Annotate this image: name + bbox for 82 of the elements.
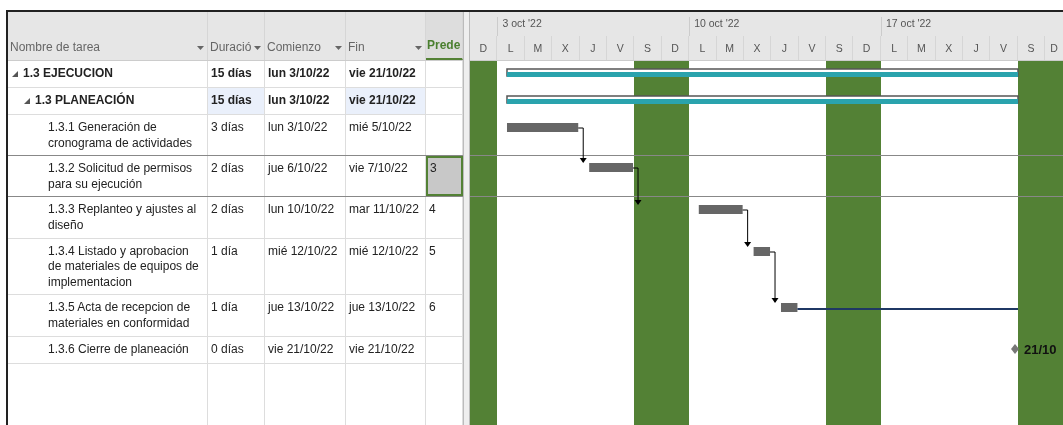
- day-label: L: [880, 36, 909, 60]
- finish-date-cell: mié 12/10/22: [349, 243, 419, 260]
- day-label: M: [716, 36, 744, 60]
- task-name: 1.3 PLANEACIÓN: [35, 93, 135, 109]
- start-date-cell: jue 6/10/22: [268, 161, 328, 177]
- week-label: 3 oct '22: [497, 17, 542, 36]
- day-label: M: [908, 36, 936, 60]
- milestone-diamond[interactable]: [1011, 344, 1019, 354]
- task-bar[interactable]: [698, 205, 743, 214]
- duration-cell: 15 días: [211, 66, 252, 82]
- dependency-arrow: [769, 251, 779, 303]
- day-label: V: [606, 36, 635, 60]
- dropdown-icon[interactable]: [197, 46, 204, 50]
- predecessor-cell: 3: [430, 161, 437, 177]
- task-name: 1.3.3 Replanteo y ajustes al diseño: [48, 202, 198, 234]
- day-label: X: [552, 36, 580, 60]
- collapse-icon[interactable]: [12, 71, 18, 77]
- finish-date-cell: vie 21/10/22: [349, 66, 416, 82]
- week-label: 10 oct '22: [689, 17, 740, 36]
- task-name: 1.3.5 Acta de recepcion de materiales en conformidad: [48, 300, 192, 332]
- column-header[interactable]: Comienzo: [265, 12, 346, 60]
- start-date-cell: jue 13/10/22: [268, 300, 335, 316]
- duration-cell: 15 días: [211, 93, 252, 109]
- day-label: X: [935, 36, 964, 60]
- day-label: D: [1049, 41, 1059, 56]
- summary-bar[interactable]: [506, 68, 1019, 77]
- task-name: 1.3.6 Cierre de planeación: [48, 341, 189, 358]
- dependency-arrow: [632, 167, 642, 205]
- day-label: J: [963, 36, 991, 60]
- finish-date-cell: jue 13/10/22: [349, 300, 416, 316]
- duration-cell: 1 día: [211, 243, 238, 260]
- duration-cell: 2 días: [211, 161, 244, 177]
- column-header[interactable]: Nombre de tarea: [8, 12, 208, 60]
- day-label: X: [743, 36, 772, 60]
- day-label: J: [579, 36, 607, 60]
- start-date-cell: lun 10/10/22: [268, 202, 335, 218]
- day-label: D: [661, 36, 690, 60]
- day-label: S: [634, 36, 662, 60]
- week-label: 17 oct '22: [881, 17, 932, 36]
- task-bar[interactable]: [781, 303, 798, 312]
- column-header[interactable]: Prede: [426, 12, 463, 60]
- start-date-cell: lun 3/10/22: [268, 66, 330, 82]
- task-name: 1.3 EJECUCION: [23, 66, 114, 82]
- task-name: 1.3.2 Solicitud de permisos para su ejecución: [48, 161, 194, 193]
- finish-date-cell: vie 21/10/22: [349, 93, 416, 109]
- duration-cell: 2 días: [211, 202, 244, 218]
- predecessor-cell: 5: [429, 243, 436, 260]
- predecessor-cell: 4: [429, 202, 436, 218]
- finish-date-cell: mié 5/10/22: [349, 120, 412, 136]
- column-header[interactable]: Duració: [208, 12, 265, 60]
- predecessor-cell: 6: [429, 300, 436, 316]
- day-label: L: [689, 36, 717, 60]
- dropdown-icon[interactable]: [254, 46, 261, 50]
- duration-cell: 0 días: [211, 341, 244, 358]
- dependency-arrow: [577, 127, 587, 163]
- task-bar[interactable]: [753, 247, 771, 256]
- duration-cell: 1 día: [211, 300, 238, 316]
- day-label: J: [771, 36, 799, 60]
- day-label: D: [853, 36, 881, 60]
- summary-bar[interactable]: [506, 95, 1019, 104]
- start-date-cell: vie 21/10/22: [268, 341, 334, 358]
- milestone-date: 21/10: [1024, 342, 1057, 357]
- finish-date-cell: vie 21/10/22: [349, 341, 415, 358]
- day-label: D: [470, 36, 498, 60]
- day-label: M: [524, 36, 553, 60]
- start-date-cell: lun 3/10/22: [268, 120, 328, 136]
- day-label: L: [497, 36, 525, 60]
- task-name: 1.3.1 Generación de cronograma de actividades: [48, 120, 194, 152]
- dropdown-icon[interactable]: [335, 46, 342, 50]
- start-date-cell: lun 3/10/22: [268, 93, 330, 109]
- start-date-cell: mié 12/10/22: [268, 243, 338, 260]
- day-label: S: [826, 36, 854, 60]
- dependency-arrow: [742, 209, 752, 247]
- finish-date-cell: mar 11/10/22: [349, 202, 419, 218]
- dropdown-icon[interactable]: [415, 46, 422, 50]
- finish-date-cell: vie 7/10/22: [349, 161, 408, 177]
- task-name: 1.3.4 Listado y aprobacion de materiales de equipos de implementacion: [48, 243, 200, 291]
- collapse-icon[interactable]: [24, 98, 30, 104]
- duration-cell: 3 días: [211, 120, 244, 136]
- day-label: V: [798, 36, 827, 60]
- day-label: V: [990, 36, 1018, 60]
- day-label: S: [1017, 36, 1046, 60]
